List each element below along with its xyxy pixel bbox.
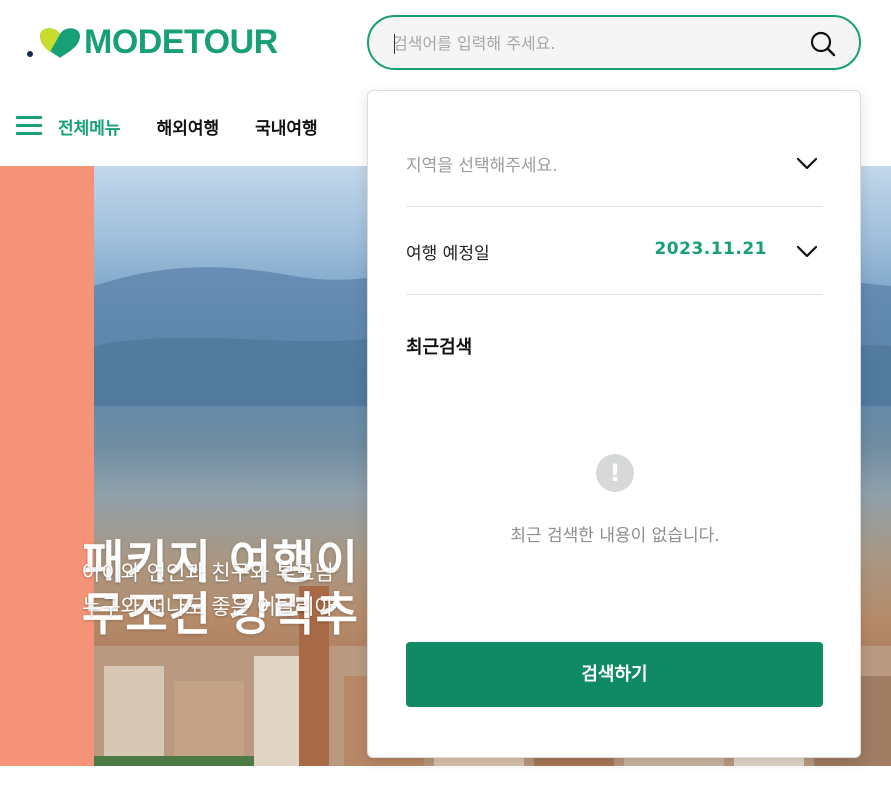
exclamation-icon: ! (596, 454, 634, 492)
search-box[interactable] (367, 15, 861, 70)
bottom-strip (0, 766, 120, 796)
recent-search-title: 최근검색 (406, 337, 473, 358)
all-menu-label: 전체메뉴 (58, 118, 121, 139)
nav-item-domestic[interactable]: 국내여행 (255, 114, 318, 139)
text-caret (394, 34, 395, 54)
brand-name: MODETOUR (84, 22, 278, 61)
logo-heart-icon (27, 28, 80, 58)
chevron-down-icon (796, 157, 818, 170)
search-dropdown-panel: 지역을 선택해주세요. 여행 예정일 2023.11.21 최근검색 ! 최근 … (367, 90, 861, 758)
region-select[interactable]: 지역을 선택해주세요. (406, 121, 823, 207)
travel-date-value: 2023.11.21 (654, 239, 767, 259)
travel-date-select[interactable]: 여행 예정일 2023.11.21 (406, 209, 823, 295)
travel-date-label: 여행 예정일 (406, 244, 490, 264)
empty-recent-message: 최근 검색한 내용이 없습니다. (510, 526, 720, 546)
brand-logo[interactable]: MODETOUR (26, 22, 278, 62)
region-select-label: 지역을 선택해주세요. (406, 156, 558, 176)
page: 패키지 여행이 무조건 강력추 아이와 연인과 친구와 부모님 누구와 떠나도 … (0, 0, 891, 796)
search-icon[interactable] (809, 30, 837, 58)
main-nav: 전체메뉴 해외여행 국내여행 (0, 106, 318, 146)
all-menu-button[interactable]: 전체메뉴 (16, 114, 121, 139)
search-submit-button[interactable]: 검색하기 (406, 642, 823, 707)
nav-item-overseas[interactable]: 해외여행 (157, 114, 220, 139)
hamburger-icon (16, 116, 42, 136)
search-input[interactable] (393, 29, 793, 57)
chevron-down-icon (796, 245, 818, 258)
